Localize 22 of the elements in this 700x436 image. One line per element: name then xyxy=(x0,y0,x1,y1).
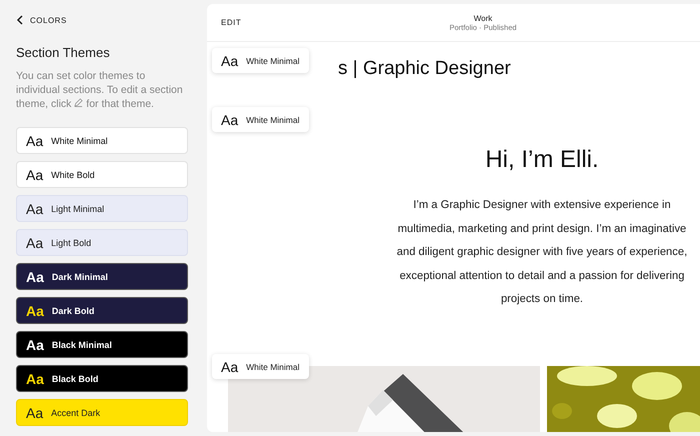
chevron-left-icon xyxy=(16,15,23,25)
section-theme-chip[interactable]: Aa White Minimal xyxy=(212,48,308,73)
theme-option[interactable]: Aa White Bold xyxy=(16,161,188,188)
theme-option[interactable]: Aa Black Minimal xyxy=(16,331,188,358)
back-link[interactable]: COLORS xyxy=(16,15,188,25)
page-title: Work xyxy=(474,14,492,22)
theme-option[interactable]: Aa Dark Minimal xyxy=(16,263,188,290)
theme-option[interactable]: Aa White Minimal xyxy=(16,127,188,154)
theme-option[interactable]: Aa Dark Bold xyxy=(16,297,188,324)
theme-option[interactable]: Aa Light Bold xyxy=(16,229,188,256)
theme-option[interactable]: Aa Black Bold xyxy=(16,365,188,392)
hero-text: I’m a Graphic Designer with extensive experience in multimedia, marketing and print design. I’m an imaginative and diligent graphic designer with five years of experience, exceptional attention to detail and a passion for delivering projects on time. xyxy=(396,198,688,307)
hero-title: Hi, I’m Elli. xyxy=(484,146,600,174)
pencil-icon xyxy=(74,98,84,107)
description: You can set color themes to individual sections. To edit a section theme, click for that theme. xyxy=(16,69,184,111)
section-theme-chip[interactable]: Aa White Minimal xyxy=(212,107,308,132)
section-theme-chip[interactable]: Aa White Minimal xyxy=(212,354,308,379)
panel-title: Section Themes xyxy=(16,45,111,60)
site-heading: s | Graphic Designer xyxy=(338,58,511,79)
theme-option[interactable]: Aa Accent Dark xyxy=(16,399,188,426)
theme-option[interactable]: Aa Light Minimal xyxy=(16,195,188,222)
edit-button[interactable]: EDIT xyxy=(221,18,242,27)
